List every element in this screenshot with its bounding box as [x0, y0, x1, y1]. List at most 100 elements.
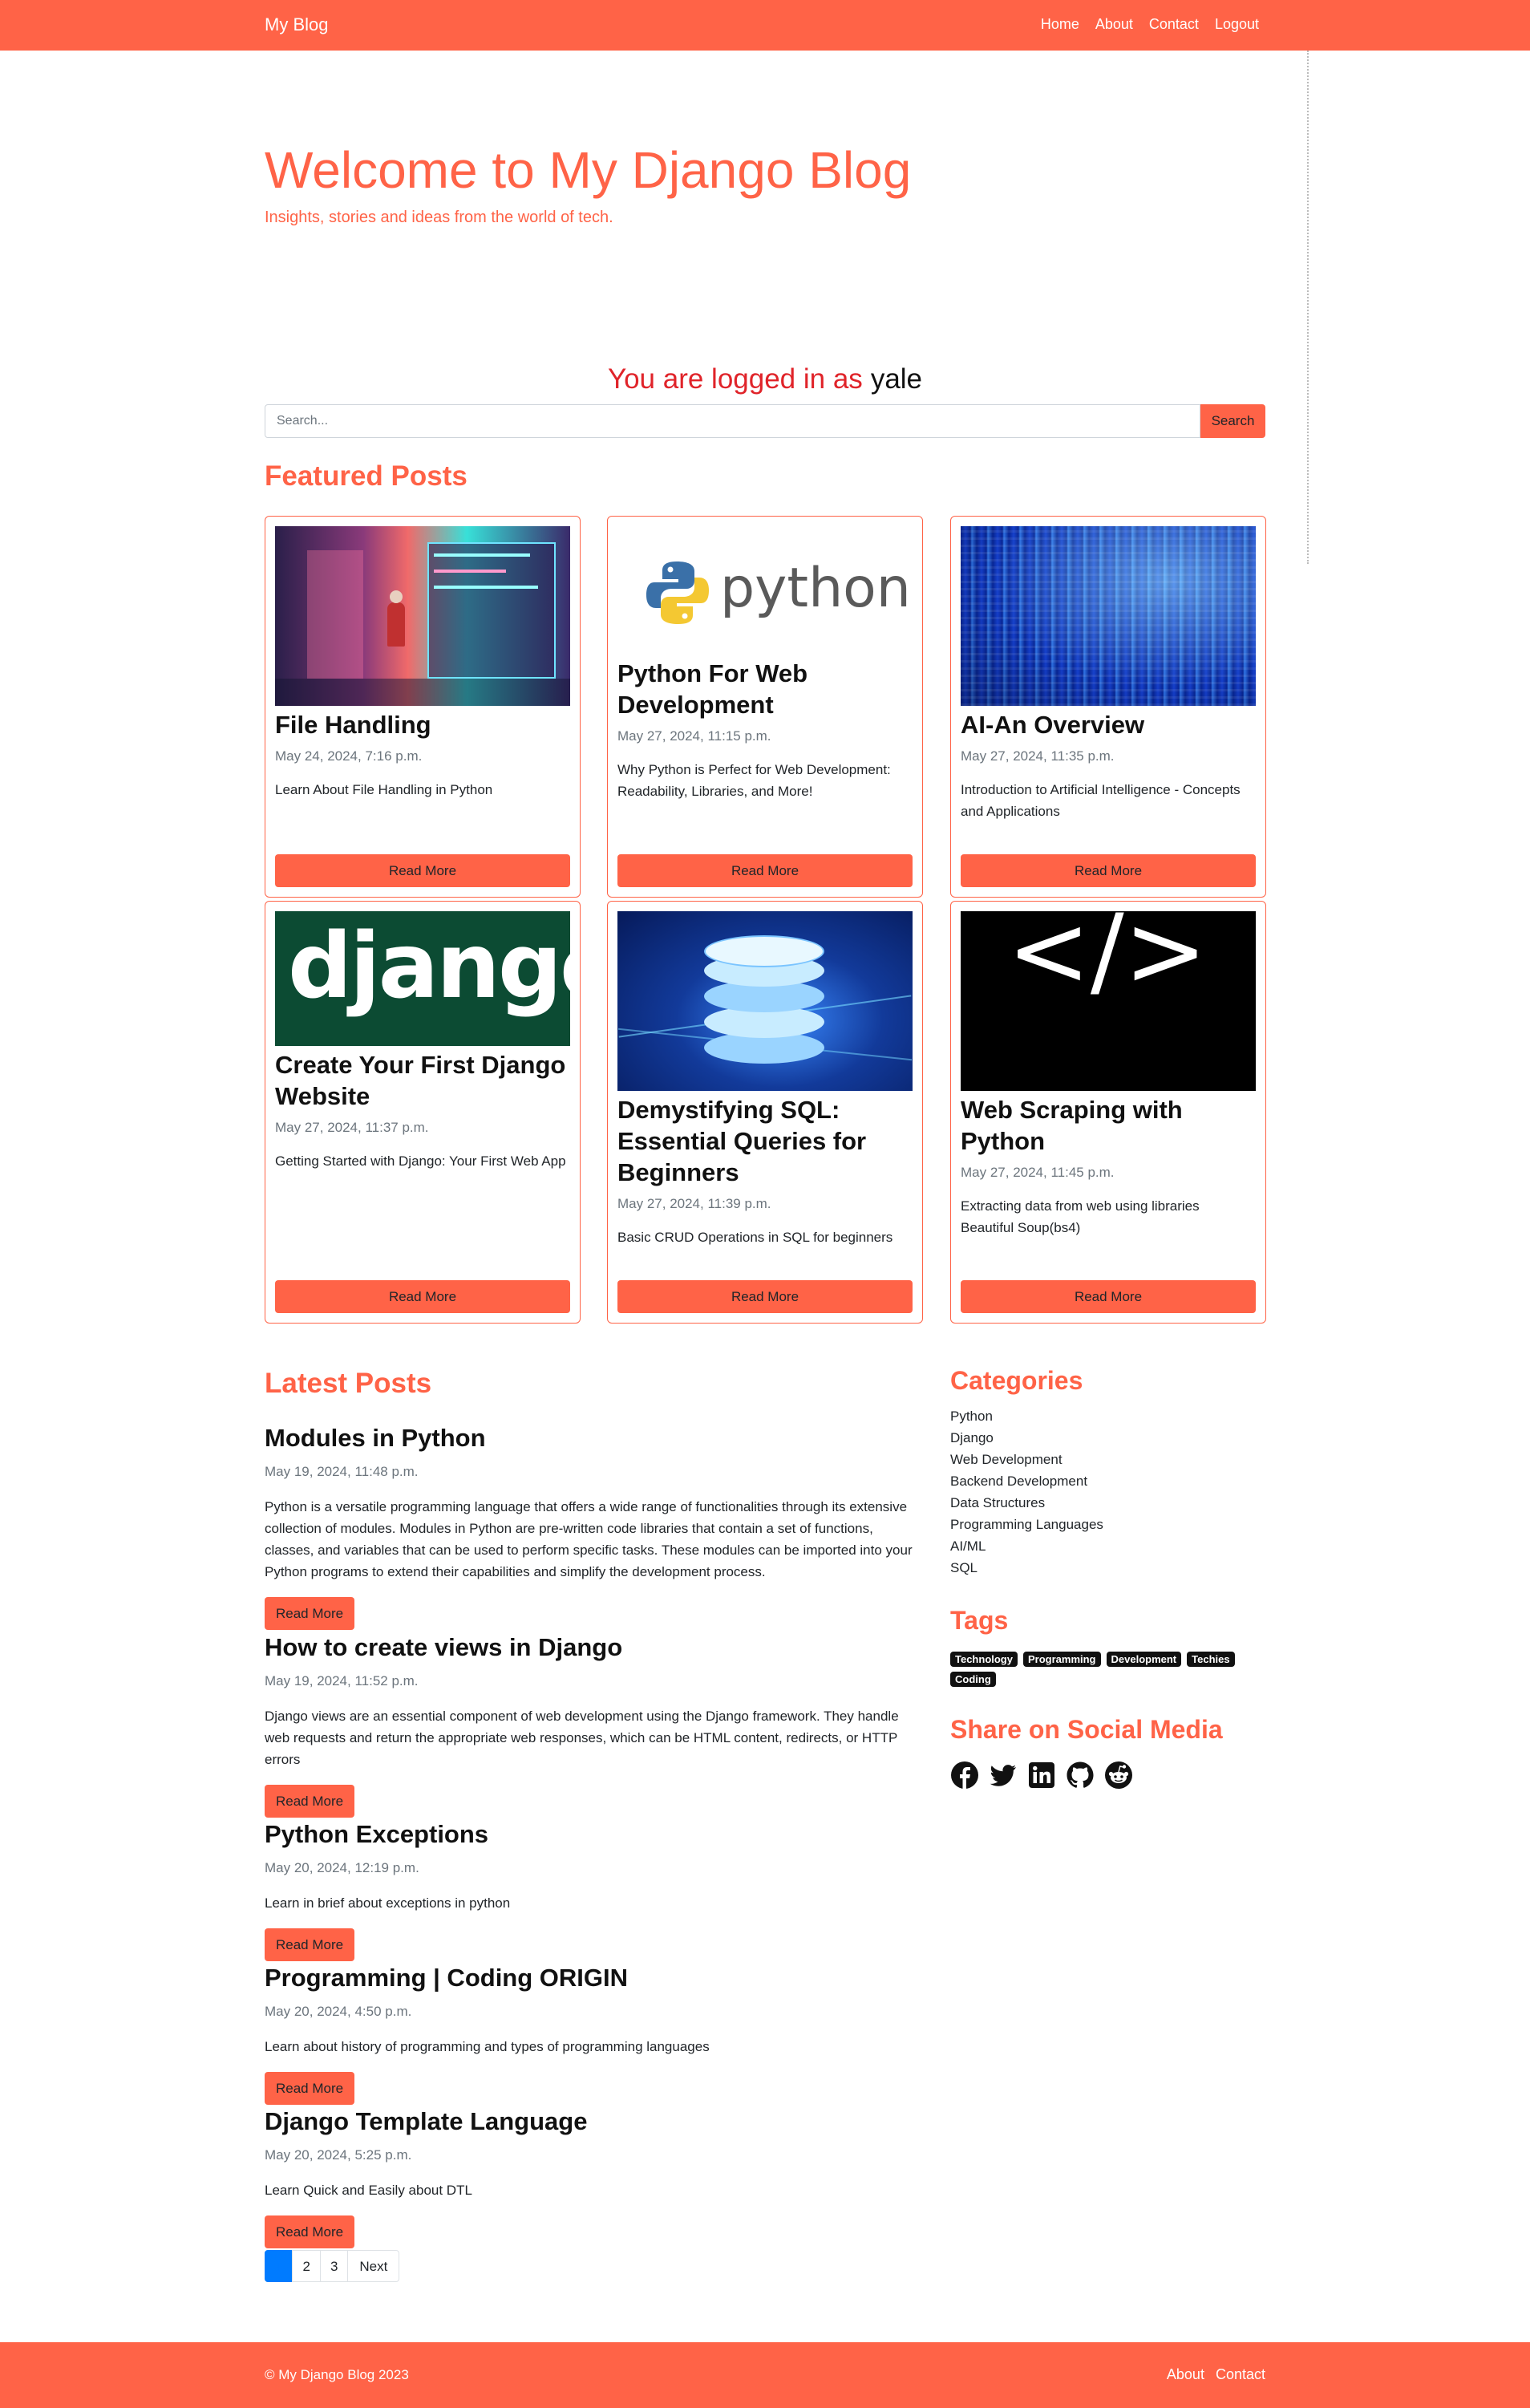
category-list: Python Django Web Development Backend De… [950, 1405, 1103, 1579]
card-title[interactable]: Demystifying SQL: Essential Queries for … [617, 1094, 913, 1188]
nav-home-link[interactable]: Home [1041, 16, 1079, 33]
social-section: Share on Social Media [950, 1715, 1223, 1790]
username: yale [870, 363, 923, 395]
card-title[interactable]: Web Scraping with Python [961, 1094, 1256, 1157]
read-more-button[interactable]: Read More [265, 1785, 355, 1818]
post-date: May 20, 2024, 12:19 p.m. [265, 1860, 419, 1875]
category-link[interactable]: Programming Languages [950, 1514, 1103, 1535]
post-title[interactable]: Modules in Python [265, 1424, 922, 1453]
category-link[interactable]: AI/ML [950, 1535, 1103, 1557]
category-link[interactable]: Web Development [950, 1449, 1103, 1470]
read-more-button[interactable]: Read More [265, 2215, 355, 2248]
card-summary: Basic CRUD Operations in SQL for beginne… [617, 1230, 893, 1245]
linkedin-icon[interactable] [1027, 1761, 1056, 1790]
footer-copyright: © My Django Blog 2023 [265, 2367, 409, 2382]
facebook-icon[interactable] [950, 1761, 979, 1790]
twitter-icon[interactable] [989, 1761, 1018, 1790]
tag-badge[interactable]: Technology [950, 1652, 1018, 1667]
code-brackets-icon: </> [1007, 911, 1208, 1009]
django-logo[interactable]: django [275, 911, 570, 1046]
hero-subtitle: Insights, stories and ideas from the wor… [265, 209, 613, 226]
page-1-link[interactable]: 1 [265, 2250, 293, 2282]
post-item: Modules in Python May 19, 2024, 11:48 p.… [265, 1424, 922, 1630]
github-icon[interactable] [1066, 1761, 1095, 1790]
python-wordmark: python [720, 557, 911, 620]
nav-contact-link[interactable]: Contact [1149, 16, 1199, 33]
tag-badge[interactable]: Development [1106, 1652, 1182, 1667]
read-more-button[interactable]: Read More [275, 1280, 570, 1313]
tag-list: Technology Programming Development Techi… [950, 1652, 1263, 1687]
category-link[interactable]: Django [950, 1427, 1103, 1449]
python-logo-icon [646, 561, 709, 624]
card-title[interactable]: Python For Web Development [617, 658, 913, 720]
card-date: May 27, 2024, 11:37 p.m. [275, 1120, 429, 1135]
read-more-button[interactable]: Read More [265, 1928, 355, 1961]
card-date: May 27, 2024, 11:15 p.m. [617, 728, 771, 744]
blue-digital-code[interactable] [961, 526, 1256, 706]
tag-badge[interactable]: Coding [950, 1672, 996, 1687]
featured-card: Demystifying SQL: Essential Queries for … [607, 901, 923, 1324]
post-summary: Learn about history of programming and t… [265, 2039, 710, 2054]
search-button[interactable]: Search [1200, 404, 1265, 438]
brand-link[interactable]: My Blog [265, 14, 328, 35]
featured-card: python Python For Web Development May 27… [607, 516, 923, 898]
latest-heading: Latest Posts [265, 1368, 432, 1399]
post-title[interactable]: Django Template Language [265, 2107, 922, 2136]
read-more-button[interactable]: Read More [617, 854, 913, 887]
card-title[interactable]: Create Your First Django Website [275, 1049, 570, 1112]
database-illustration[interactable] [617, 911, 913, 1091]
python-logo[interactable]: python [617, 526, 913, 655]
social-icons [950, 1761, 1223, 1790]
post-title[interactable]: How to create views in Django [265, 1633, 922, 1662]
featured-heading: Featured Posts [265, 460, 468, 492]
page-3-link[interactable]: 3 [319, 2250, 349, 2282]
post-summary: Python is a versatile programming langua… [265, 1499, 913, 1579]
featured-card: django Create Your First Django Website … [265, 901, 581, 1324]
category-link[interactable]: Data Structures [950, 1492, 1103, 1514]
read-more-button[interactable]: Read More [617, 1280, 913, 1313]
hero-title: Welcome to My Django Blog [265, 141, 912, 199]
nav-links: Home About Contact Logout [1041, 16, 1259, 33]
footer-contact-link[interactable]: Contact [1216, 2366, 1265, 2383]
card-title[interactable]: AI-An Overview [961, 709, 1256, 740]
post-item: Django Template Language May 20, 2024, 5… [265, 2107, 922, 2248]
pagination: 1 2 3 Next [265, 2250, 400, 2282]
post-summary: Django views are an essential component … [265, 1709, 899, 1767]
category-link[interactable]: Backend Development [950, 1470, 1103, 1492]
category-link[interactable]: Python [950, 1405, 1103, 1427]
social-heading: Share on Social Media [950, 1715, 1223, 1744]
tag-badge[interactable]: Programming [1022, 1652, 1101, 1667]
card-title[interactable]: File Handling [275, 709, 570, 740]
footer-about-link[interactable]: About [1167, 2366, 1204, 2383]
next-page-link[interactable]: Next [347, 2250, 400, 2282]
read-more-button[interactable]: Read More [961, 1280, 1256, 1313]
neon-hacker-illustration[interactable] [275, 526, 570, 706]
nav-about-link[interactable]: About [1095, 16, 1133, 33]
nav-logout-link[interactable]: Logout [1215, 16, 1259, 33]
divider [1307, 51, 1309, 564]
featured-card: File Handling May 24, 2024, 7:16 p.m. Le… [265, 516, 581, 898]
post-title[interactable]: Programming | Coding ORIGIN [265, 1964, 922, 1992]
post-title[interactable]: Python Exceptions [265, 1820, 922, 1849]
card-summary: Learn About File Handling in Python [275, 782, 493, 797]
card-date: May 27, 2024, 11:35 p.m. [961, 748, 1115, 764]
tag-badge[interactable]: Techies [1187, 1652, 1235, 1667]
card-date: May 27, 2024, 11:39 p.m. [617, 1196, 771, 1211]
reddit-icon[interactable] [1104, 1761, 1133, 1790]
read-more-button[interactable]: Read More [265, 2072, 355, 2105]
card-summary: Why Python is Perfect for Web Developmen… [617, 762, 891, 799]
card-summary: Introduction to Artificial Intelligence … [961, 782, 1241, 819]
search-input[interactable] [265, 404, 1200, 438]
post-item: Programming | Coding ORIGIN May 20, 2024… [265, 1964, 922, 2105]
code-brackets[interactable]: </> [961, 911, 1256, 1091]
read-more-button[interactable]: Read More [961, 854, 1256, 887]
card-date: May 24, 2024, 7:16 p.m. [275, 748, 423, 764]
post-summary: Learn in brief about exceptions in pytho… [265, 1895, 511, 1911]
category-link[interactable]: SQL [950, 1557, 1103, 1579]
page-2-link[interactable]: 2 [292, 2250, 321, 2282]
post-date: May 19, 2024, 11:48 p.m. [265, 1464, 419, 1479]
categories-heading: Categories [950, 1366, 1083, 1395]
read-more-button[interactable]: Read More [265, 1597, 355, 1630]
read-more-button[interactable]: Read More [275, 854, 570, 887]
logged-in-label: You are logged in as [607, 363, 863, 395]
